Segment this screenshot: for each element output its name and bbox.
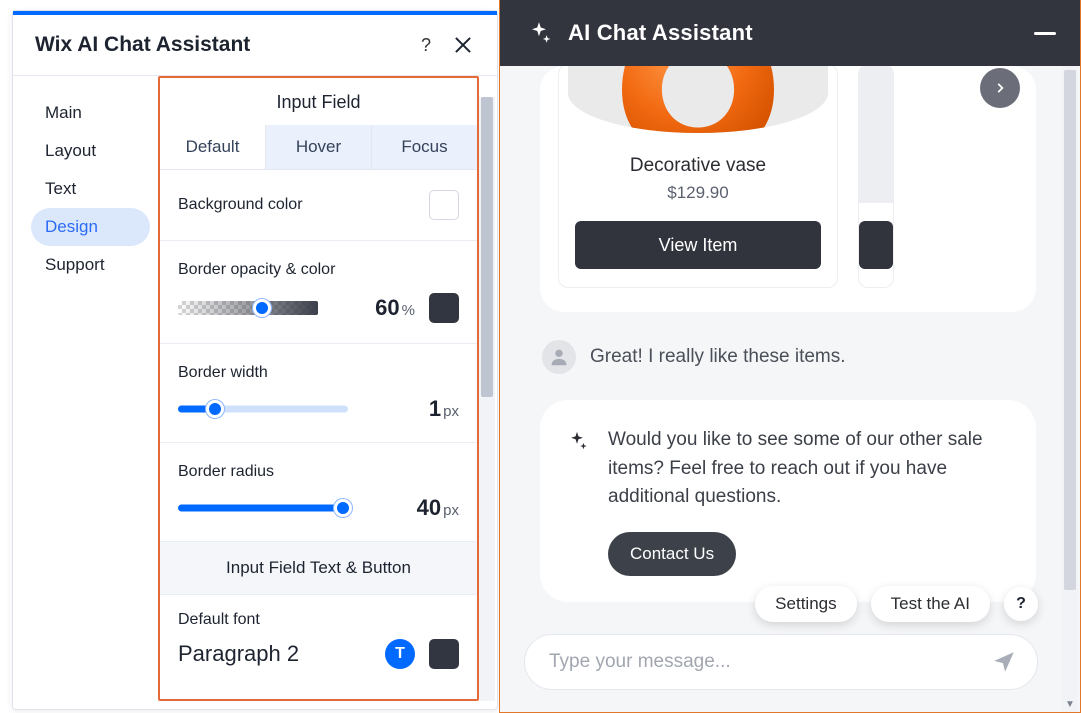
border-width-value: 1 bbox=[395, 396, 441, 422]
chat-bottom-overlay: Settings Test the AI ? bbox=[500, 586, 1062, 712]
sidebar-item-layout[interactable]: Layout bbox=[31, 132, 150, 170]
settings-panel: Wix AI Chat Assistant ? Main Layout Text… bbox=[12, 10, 498, 710]
border-radius-slider[interactable] bbox=[178, 501, 348, 515]
sparkle-icon bbox=[566, 430, 588, 452]
border-opacity-label: Border opacity & color bbox=[178, 261, 459, 279]
border-radius-value: 40 bbox=[395, 495, 441, 521]
bot-message-followup: Would you like to see some of our other … bbox=[540, 400, 1036, 602]
border-opacity-row: Border opacity & color 60 % bbox=[160, 241, 477, 344]
product-carousel: Decorative vase $129.90 View Item bbox=[558, 66, 1018, 288]
message-input[interactable] bbox=[549, 651, 989, 673]
background-color-label: Background color bbox=[178, 196, 429, 214]
state-tabs: Default Hover Focus bbox=[160, 125, 477, 170]
border-opacity-slider[interactable] bbox=[178, 301, 318, 315]
border-color-swatch[interactable] bbox=[429, 293, 459, 323]
border-width-unit: px bbox=[443, 403, 459, 420]
minimize-icon[interactable] bbox=[1034, 32, 1056, 35]
settings-sidebar: Main Layout Text Design Support bbox=[13, 76, 158, 709]
product-price: $129.90 bbox=[667, 183, 728, 203]
border-radius-row: Border radius 40 px bbox=[160, 443, 477, 541]
test-ai-chip[interactable]: Test the AI bbox=[871, 586, 990, 622]
panel-header: Wix AI Chat Assistant ? bbox=[13, 15, 497, 76]
close-icon[interactable] bbox=[451, 33, 475, 57]
border-radius-label: Border radius bbox=[178, 463, 459, 481]
send-icon[interactable] bbox=[989, 647, 1019, 677]
sidebar-item-support[interactable]: Support bbox=[31, 246, 150, 284]
tab-default[interactable]: Default bbox=[160, 125, 266, 169]
product-card: Decorative vase $129.90 View Item bbox=[558, 66, 838, 288]
default-font-value[interactable]: Paragraph 2 bbox=[178, 641, 371, 667]
default-font-label: Default font bbox=[178, 611, 459, 629]
tab-focus[interactable]: Focus bbox=[372, 125, 477, 169]
chat-header: AI Chat Assistant bbox=[500, 0, 1080, 66]
product-name: Decorative vase bbox=[630, 155, 766, 177]
sidebar-item-text[interactable]: Text bbox=[31, 170, 150, 208]
user-message-row: Great! I really like these items. bbox=[542, 340, 1036, 374]
user-avatar-icon bbox=[542, 340, 576, 374]
subsection-title: Input Field Text & Button bbox=[160, 541, 477, 595]
bot-message-products: Decorative vase $129.90 View Item bbox=[540, 66, 1036, 312]
border-radius-unit: px bbox=[443, 502, 459, 519]
user-message-text: Great! I really like these items. bbox=[590, 346, 846, 368]
product-image bbox=[568, 66, 828, 133]
background-color-row: Background color bbox=[160, 170, 477, 241]
design-content-highlight: Input Field Default Hover Focus Backgrou… bbox=[158, 76, 479, 701]
chat-window: AI Chat Assistant bbox=[499, 0, 1081, 713]
panel-title: Wix AI Chat Assistant bbox=[35, 33, 411, 57]
carousel-next-icon[interactable] bbox=[980, 68, 1020, 108]
product-card-peek bbox=[858, 66, 894, 288]
product-image-peek bbox=[859, 66, 893, 203]
help-icon[interactable]: ? bbox=[411, 35, 441, 56]
bot-message-text: Would you like to see some of our other … bbox=[608, 426, 1008, 512]
sidebar-item-main[interactable]: Main bbox=[31, 94, 150, 132]
background-color-swatch[interactable] bbox=[429, 190, 459, 220]
section-title: Input Field bbox=[160, 78, 477, 125]
border-width-slider[interactable] bbox=[178, 402, 348, 416]
settings-chip[interactable]: Settings bbox=[755, 586, 856, 622]
sparkle-icon bbox=[526, 20, 552, 46]
chat-title: AI Chat Assistant bbox=[568, 20, 1034, 46]
chat-scrollbar[interactable]: ▼ bbox=[1062, 66, 1078, 712]
font-color-swatch[interactable] bbox=[429, 639, 459, 669]
border-opacity-value: 60 bbox=[354, 295, 400, 321]
scroll-down-icon[interactable]: ▼ bbox=[1062, 696, 1078, 712]
default-font-row: Default font Paragraph 2 T bbox=[160, 595, 477, 689]
help-chip-icon[interactable]: ? bbox=[1004, 587, 1038, 621]
tab-hover[interactable]: Hover bbox=[266, 125, 372, 169]
text-style-icon[interactable]: T bbox=[385, 639, 415, 669]
border-opacity-unit: % bbox=[402, 302, 415, 319]
view-item-button[interactable]: View Item bbox=[575, 221, 821, 269]
panel-scrollbar[interactable] bbox=[479, 97, 495, 701]
border-width-row: Border width 1 px bbox=[160, 344, 477, 443]
contact-us-button[interactable]: Contact Us bbox=[608, 532, 736, 576]
message-composer bbox=[524, 634, 1038, 690]
border-width-label: Border width bbox=[178, 364, 459, 382]
view-item-button-peek[interactable] bbox=[859, 221, 893, 269]
sidebar-item-design[interactable]: Design bbox=[31, 208, 150, 246]
